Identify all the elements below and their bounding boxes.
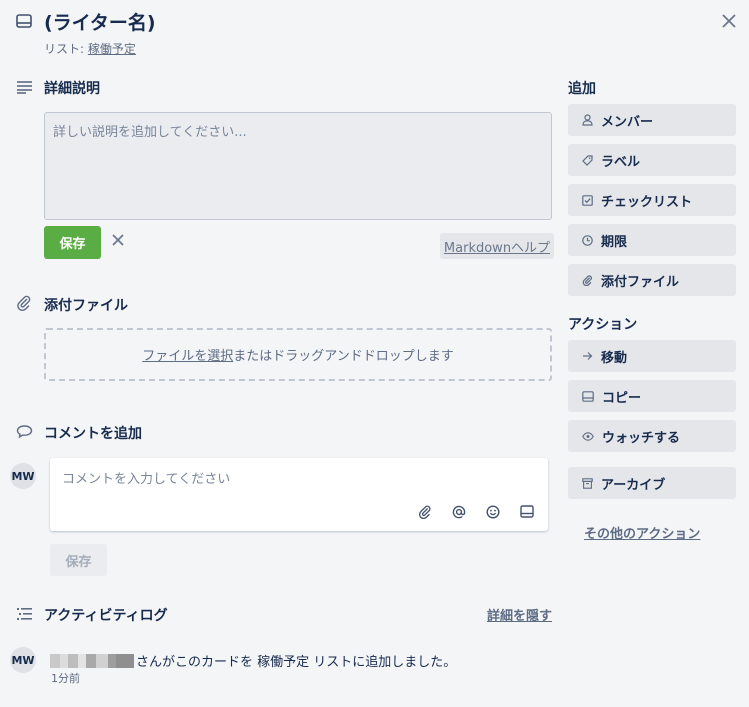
card-icon	[582, 390, 594, 402]
copy-label: コピー	[602, 390, 642, 406]
watch-button[interactable]: ウォッチする	[568, 420, 736, 452]
paperclip-icon	[16, 295, 32, 311]
drop-text: またはドラッグアンドドロップします	[233, 349, 454, 364]
activity-timestamp[interactable]: 1分前	[51, 670, 80, 686]
select-file-link[interactable]: ファイルを選択	[142, 345, 233, 364]
close-icon[interactable]	[721, 10, 737, 34]
comment-input[interactable]: コメントを入力してください	[50, 458, 548, 531]
comment-save-button[interactable]: 保存	[50, 544, 107, 576]
archive-label: アーカイブ	[601, 477, 666, 493]
activity-avatar[interactable]: MW	[10, 647, 36, 673]
list-prefix: リスト:	[44, 42, 88, 56]
person-icon	[582, 114, 593, 126]
comment-toolbar	[418, 505, 534, 519]
members-button[interactable]: メンバー	[568, 104, 736, 136]
archive-button[interactable]: アーカイブ	[568, 467, 736, 499]
activity-entry: さんがこのカードを 稼働予定 リストに追加しました。	[50, 651, 456, 670]
members-label: メンバー	[601, 114, 654, 130]
hide-details-link[interactable]: 詳細を隠す	[487, 605, 552, 624]
archive-icon	[582, 477, 593, 489]
attachments-title: 添付ファイル	[44, 298, 128, 314]
description-icon	[16, 80, 33, 94]
clock-icon	[582, 234, 593, 246]
attachment-drop-zone[interactable]: ファイルを選択 またはドラッグアンドドロップします	[44, 328, 552, 381]
due-date-label: 期限	[601, 234, 628, 250]
more-actions-link[interactable]: その他のアクション	[584, 523, 700, 542]
attach-icon[interactable]	[418, 505, 432, 519]
add-section-title: 追加	[568, 81, 596, 97]
comment-icon	[16, 424, 33, 439]
move-label: 移動	[601, 350, 628, 366]
checkbox-icon	[582, 194, 593, 206]
activity-icon	[16, 607, 33, 621]
description-cancel-icon[interactable]	[111, 231, 125, 252]
tag-icon	[582, 154, 593, 166]
eye-icon	[582, 431, 594, 441]
markdown-help-button[interactable]: Markdownヘルプ	[440, 233, 554, 259]
activity-title: アクティビティログ	[44, 608, 168, 624]
description-save-button[interactable]: 保存	[44, 226, 101, 259]
arrow-right-icon	[582, 351, 593, 361]
card-icon	[16, 14, 32, 28]
comment-placeholder: コメントを入力してください	[62, 472, 231, 487]
comment-title: コメントを追加	[44, 426, 142, 442]
labels-label: ラベル	[601, 154, 641, 170]
checklist-label: チェックリスト	[601, 194, 693, 210]
activity-text: さんがこのカードを 稼働予定 リストに追加しました。	[136, 655, 457, 670]
checklist-button[interactable]: チェックリスト	[568, 184, 736, 216]
description-input[interactable]: 詳しい説明を追加してください...	[44, 112, 552, 220]
avatar[interactable]: MW	[10, 463, 36, 489]
labels-button[interactable]: ラベル	[568, 144, 736, 176]
copy-button[interactable]: コピー	[568, 380, 736, 412]
attachment-button[interactable]: 添付ファイル	[568, 264, 736, 296]
card-attach-icon[interactable]	[520, 505, 534, 519]
move-button[interactable]: 移動	[568, 340, 736, 372]
due-date-button[interactable]: 期限	[568, 224, 736, 256]
list-line: リスト: 稼働予定	[44, 40, 136, 57]
emoji-icon[interactable]	[486, 505, 500, 519]
actions-section-title: アクション	[568, 317, 638, 333]
list-link[interactable]: 稼働予定	[88, 42, 136, 56]
description-placeholder: 詳しい説明を追加してください...	[53, 125, 247, 140]
watch-label: ウォッチする	[602, 430, 681, 446]
blurred-username	[50, 653, 134, 668]
card-title[interactable]: (ライター名)	[44, 8, 156, 35]
paperclip-icon	[582, 274, 593, 286]
description-title: 詳細説明	[44, 81, 100, 97]
attachment-label: 添付ファイル	[601, 274, 680, 290]
mention-icon[interactable]	[452, 505, 466, 519]
